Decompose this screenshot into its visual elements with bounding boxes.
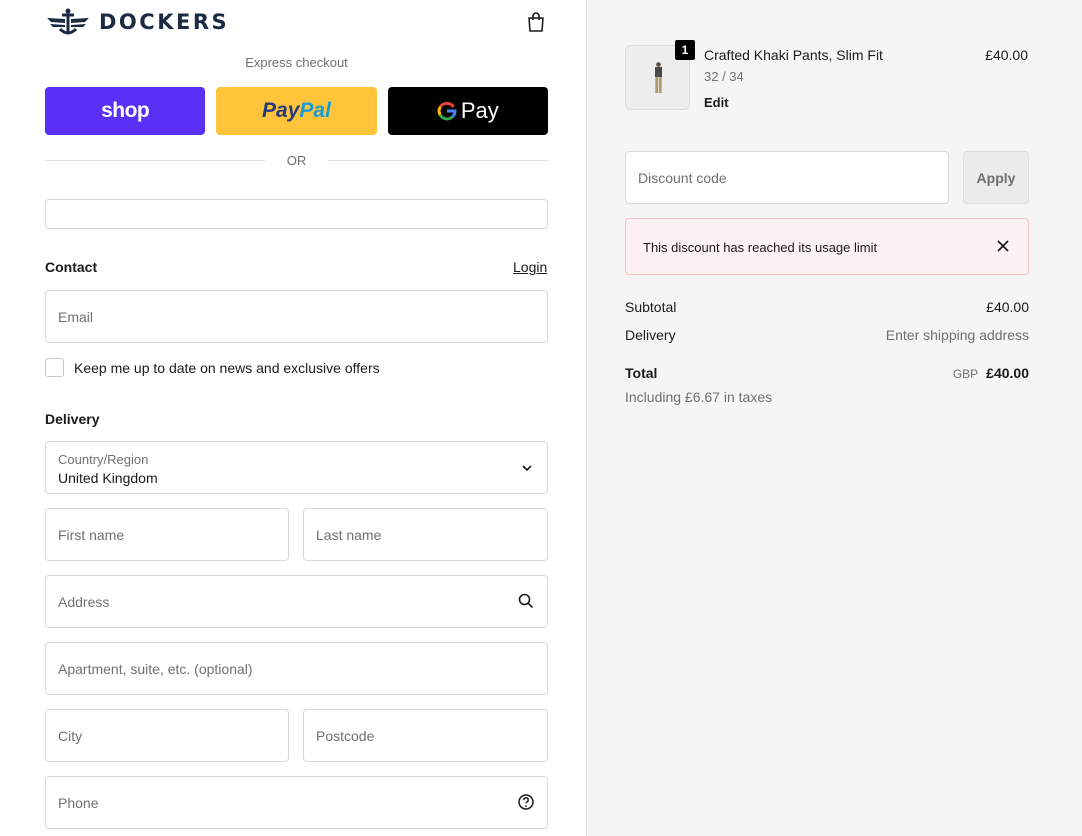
order-summary-panel (586, 0, 1082, 836)
country-label: Country/Region (58, 452, 149, 467)
edit-item-link[interactable]: Edit (704, 95, 729, 110)
product-image (655, 62, 662, 93)
total-row: Total GBP £40.00 (625, 365, 1029, 381)
city-input[interactable] (46, 710, 288, 761)
apartment-input[interactable] (46, 643, 547, 694)
total-label: Total (625, 365, 658, 381)
total-amount: GBP £40.00 (953, 365, 1029, 381)
express-payment-buttons: shop Pay Pal Pay (45, 87, 548, 135)
close-icon[interactable] (996, 239, 1010, 253)
express-checkout-label: Express checkout (245, 55, 348, 70)
phone-input[interactable] (46, 777, 547, 828)
city-field[interactable] (45, 709, 289, 762)
first-name-field[interactable] (45, 508, 289, 561)
shop-pay-label: shop (101, 99, 150, 122)
subtotal-row: Subtotal £40.00 (625, 299, 1029, 315)
help-circle-icon[interactable] (517, 793, 535, 811)
contact-title: Contact (45, 259, 98, 275)
google-pay-button[interactable]: Pay (387, 87, 548, 135)
address-input[interactable] (46, 576, 547, 627)
tax-note: Including £6.67 in taxes (625, 389, 773, 405)
email-input[interactable] (46, 291, 547, 342)
email-field[interactable] (45, 290, 548, 343)
google-pay-label: Pay (460, 98, 499, 123)
login-link[interactable]: Login (513, 259, 547, 275)
product-price: £40.00 (985, 47, 1028, 63)
postcode-input[interactable] (304, 710, 547, 761)
newsletter-label: Keep me up to date on news and exclusive… (74, 359, 380, 376)
product-name: Crafted Khaki Pants, Slim Fit (704, 47, 883, 63)
empty-notice-box (45, 199, 548, 229)
country-value: United Kingdom (58, 470, 158, 486)
first-name-input[interactable] (46, 509, 288, 560)
discount-error-message: This discount has reached its usage limi… (643, 240, 878, 255)
delivery-value: Enter shipping address (885, 327, 1029, 343)
newsletter-checkbox[interactable] (45, 358, 64, 377)
paypal-label-pay: Pay (262, 99, 300, 122)
last-name-input[interactable] (304, 509, 547, 560)
shop-pay-button[interactable]: shop (45, 87, 206, 135)
search-icon[interactable] (517, 592, 535, 610)
or-divider: OR (45, 153, 548, 168)
discount-code-input[interactable] (626, 152, 948, 203)
brand-name: DOCKERS (99, 10, 230, 34)
discount-error-banner: This discount has reached its usage limi… (625, 218, 1029, 275)
discount-code-field[interactable] (625, 151, 949, 204)
newsletter-option[interactable]: Keep me up to date on news and exclusive… (45, 358, 380, 377)
anchor-wings-icon (47, 8, 89, 35)
quantity-badge: 1 (675, 40, 695, 60)
subtotal-label: Subtotal (625, 299, 677, 315)
checkout-form-panel: DOCKERS Express checkout shop Pay Pal Pay… (0, 0, 586, 836)
last-name-field[interactable] (303, 508, 548, 561)
total-value: £40.00 (986, 365, 1029, 381)
shopping-bag-icon[interactable] (524, 10, 548, 34)
apartment-field[interactable] (45, 642, 548, 695)
brand-logo[interactable]: DOCKERS (45, 6, 229, 38)
delivery-title: Delivery (45, 411, 100, 427)
apply-discount-button[interactable]: Apply (963, 151, 1029, 204)
divider-line (328, 160, 548, 161)
phone-field[interactable] (45, 776, 548, 829)
delivery-label: Delivery (625, 327, 676, 343)
google-g-icon (437, 101, 457, 121)
chevron-down-icon (522, 465, 532, 472)
divider-line (45, 160, 265, 161)
subtotal-value: £40.00 (986, 299, 1029, 315)
address-field[interactable] (45, 575, 548, 628)
delivery-row: Delivery Enter shipping address (625, 327, 1029, 343)
product-variant: 32 / 34 (704, 69, 744, 84)
paypal-label-pal: Pal (299, 99, 331, 122)
total-currency: GBP (952, 367, 979, 381)
or-label: OR (286, 153, 307, 168)
paypal-button[interactable]: Pay Pal (216, 87, 377, 135)
postcode-field[interactable] (303, 709, 548, 762)
country-select[interactable]: Country/Region United Kingdom (45, 441, 548, 494)
